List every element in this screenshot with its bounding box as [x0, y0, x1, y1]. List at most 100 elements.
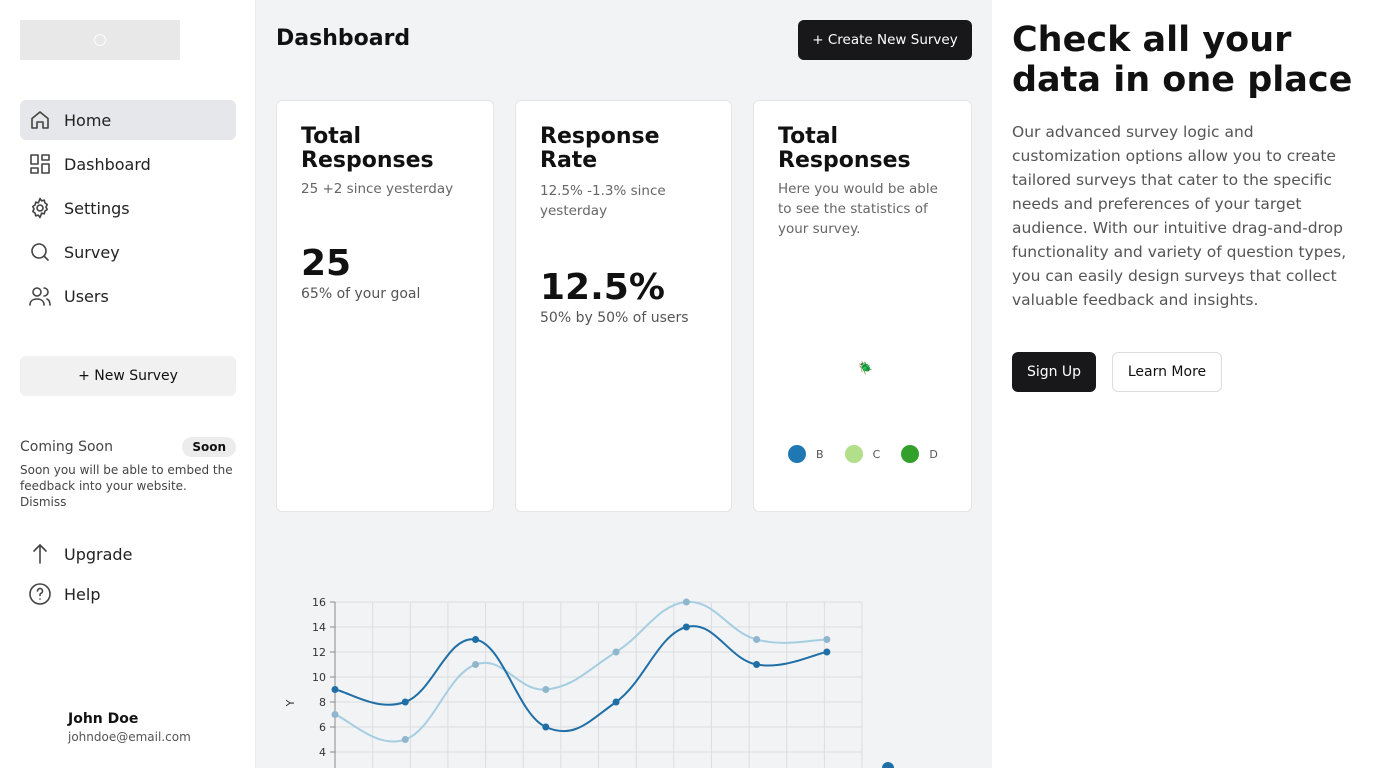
hero-title: Check all your data in one place: [1012, 20, 1353, 100]
sidebar-item-dashboard[interactable]: Dashboard: [20, 144, 236, 184]
card-response-rate: Response Rate 12.5% -1.3% since yesterda…: [515, 100, 732, 512]
card-subtitle: 12.5% -1.3% since yesterday: [540, 183, 666, 219]
new-survey-button[interactable]: + New Survey: [20, 356, 236, 396]
legend-swatch: [844, 445, 863, 463]
data-point: [753, 661, 761, 668]
legend-item[interactable]: C: [844, 445, 881, 463]
y-axis-label: Y: [284, 699, 297, 707]
chart-points: [331, 598, 894, 768]
coming-soon-description: Soon you will be able to embed the feedb…: [20, 463, 233, 493]
user-email: johndoe@email.com: [68, 730, 191, 744]
flower-logo-icon: [94, 34, 106, 46]
page-title: Dashboard: [276, 26, 411, 51]
sidebar-item-label: Home: [64, 110, 112, 130]
chart-lines: [334, 600, 828, 743]
arrow-up-icon: [28, 542, 52, 566]
sidebar-item-label: Users: [64, 286, 109, 306]
help-circle-icon: [28, 582, 52, 606]
card-total-responses: Total Responses 25 +2 since yesterday 25…: [276, 100, 494, 512]
sidebar-secondary-nav: Upgrade Help: [20, 534, 236, 614]
sidebar-item-settings[interactable]: Settings: [20, 188, 236, 228]
data-point: [823, 636, 831, 643]
loading-icon: 🪲: [858, 361, 873, 375]
sidebar-item-label: Survey: [64, 242, 120, 262]
card-title: Response Rate: [540, 124, 660, 173]
coming-soon-panel: Coming Soon Soon Soon you will be able t…: [20, 436, 236, 510]
sidebar-item-help[interactable]: Help: [20, 574, 236, 614]
series-line: [334, 625, 828, 733]
logo[interactable]: [20, 20, 180, 60]
chart-axes: 4 6 8 10 12 14 16 Y: [284, 596, 336, 768]
card-note: 50% by 50% of users: [540, 310, 689, 326]
data-point: [882, 762, 894, 768]
data-point: [331, 711, 339, 718]
card-note: 65% of your goal: [301, 286, 421, 302]
coming-soon-title: Coming Soon: [20, 439, 113, 455]
coming-soon-text: Soon you will be able to embed the feedb…: [20, 462, 236, 510]
data-point: [753, 636, 761, 643]
main-content: Dashboard + Create New Survey Total Resp…: [256, 0, 992, 768]
users-icon: [28, 284, 52, 308]
sidebar-item-label: Help: [64, 584, 101, 604]
sidebar-item-upgrade[interactable]: Upgrade: [20, 534, 236, 574]
legend-label: D: [929, 447, 938, 461]
sidebar-nav: Home Dashboard Settings Survey Users: [20, 100, 236, 320]
data-point: [331, 686, 339, 693]
sidebar-item-label: Upgrade: [64, 544, 133, 564]
data-point: [472, 661, 480, 668]
sidebar-item-label: Settings: [64, 198, 130, 218]
dismiss-link[interactable]: Dismiss: [20, 495, 66, 509]
y-tick-label: 4: [319, 746, 326, 759]
legend-item[interactable]: B: [788, 445, 824, 463]
chart-grid: [334, 601, 863, 768]
sidebar-item-home[interactable]: Home: [20, 100, 236, 140]
user-profile[interactable]: John Doe johndoe@email.com: [68, 711, 191, 744]
home-icon: [28, 108, 52, 132]
legend-label: C: [872, 447, 881, 461]
y-tick-label: 16: [312, 596, 326, 609]
card-value: 12.5%: [540, 267, 665, 308]
data-point: [612, 648, 620, 656]
data-point: [542, 686, 550, 693]
data-point: [682, 598, 690, 606]
y-tick-label: 6: [319, 721, 326, 734]
y-tick-label: 14: [312, 621, 326, 634]
card-title: Total Responses: [301, 124, 434, 173]
card-title: Total Responses: [778, 124, 911, 173]
data-point: [682, 623, 690, 631]
card-subtitle: Here you would be able to see the statis…: [778, 181, 938, 237]
status-badge: Soon: [182, 437, 236, 457]
y-tick-label: 10: [312, 671, 326, 684]
data-point: [823, 648, 831, 656]
gear-icon: [28, 196, 52, 220]
sign-up-button[interactable]: Sign Up: [1012, 352, 1096, 392]
card-survey-statistics: Total Responses Here you would be able t…: [753, 100, 972, 512]
series-line: [334, 600, 827, 743]
card-value: 25: [301, 243, 352, 284]
hero-description: Our advanced survey logic and customizat…: [1012, 123, 1347, 309]
legend-item[interactable]: D: [901, 445, 938, 463]
create-new-survey-button[interactable]: + Create New Survey: [798, 20, 972, 60]
dashboard-grid-icon: [28, 152, 52, 176]
y-tick-label: 12: [312, 646, 326, 659]
chart-legend: B C D: [788, 445, 948, 467]
card-subtitle: 25 +2 since yesterday: [301, 181, 454, 197]
legend-swatch: [788, 445, 806, 463]
data-point: [612, 698, 620, 706]
data-point: [542, 723, 550, 731]
data-point: [401, 698, 409, 706]
sidebar-item-label: Dashboard: [64, 154, 151, 174]
legend-label: B: [816, 447, 824, 461]
user-name: John Doe: [68, 711, 139, 727]
hero-panel: Check all your data in one place Our adv…: [992, 0, 1376, 768]
y-tick-label: 8: [319, 696, 326, 709]
learn-more-button[interactable]: Learn More: [1112, 352, 1222, 392]
sidebar-item-survey[interactable]: Survey: [20, 232, 236, 272]
legend-swatch: [901, 445, 920, 463]
search-icon: [28, 240, 52, 264]
data-point: [401, 736, 409, 743]
data-point: [472, 636, 480, 643]
sidebar-item-users[interactable]: Users: [20, 276, 236, 316]
sidebar: Home Dashboard Settings Survey Users + N…: [0, 0, 256, 768]
responses-line-chart: 4 6 8 10 12 14 16 Y: [284, 596, 894, 768]
